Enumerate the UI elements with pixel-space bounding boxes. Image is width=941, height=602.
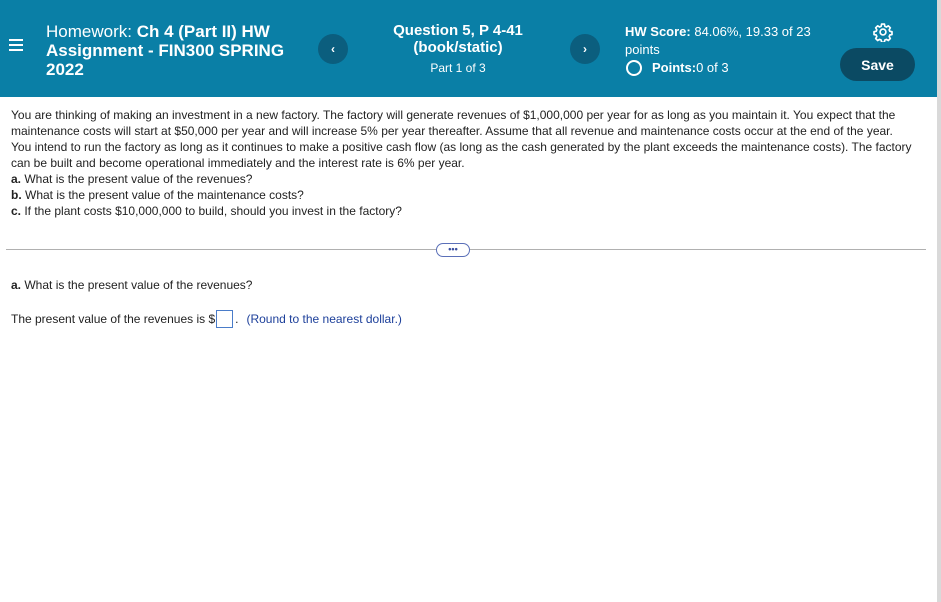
chevron-left-icon: ‹ [331, 42, 335, 56]
points-label: Points: [652, 60, 697, 75]
answer-input[interactable] [216, 310, 234, 328]
problem-statement: You are thinking of making an investment… [11, 107, 916, 219]
next-question-button[interactable]: › [570, 34, 600, 64]
part-a-text: What is the present value of the revenue… [21, 278, 253, 292]
scrollbar[interactable] [937, 0, 941, 602]
answer-line: The present value of the revenues is $ .… [11, 310, 402, 328]
save-button[interactable]: Save [840, 48, 915, 81]
hw-score: HW Score: 84.06%, 19.33 of 23 points [625, 23, 825, 59]
points-row: Points: 0 of 3 [625, 59, 825, 77]
question-c: c. If the plant costs $10,000,000 to bui… [11, 203, 916, 219]
question-c-label: c. [11, 204, 22, 218]
expand-more-button[interactable]: ••• [436, 243, 470, 257]
question-b: b. What is the present value of the main… [11, 187, 916, 203]
question-b-label: b. [11, 188, 22, 202]
assignment-title: Homework: Ch 4 (Part II) HW Assignment -… [46, 22, 316, 79]
answer-prefix: The present value of the revenues is $ [11, 312, 216, 326]
title-prefix: Homework: [46, 22, 137, 41]
question-b-text: What is the present value of the mainten… [21, 188, 304, 202]
points-value: 0 of 3 [696, 60, 729, 75]
menu-icon[interactable] [9, 39, 23, 51]
question-a-label: a. [11, 172, 22, 186]
header-bar: Homework: Ch 4 (Part II) HW Assignment -… [0, 0, 937, 97]
question-info: Question 5, P 4-41 (book/static) Part 1 … [370, 22, 546, 75]
question-a-text: What is the present value of the revenue… [21, 172, 253, 186]
part-indicator: Part 1 of 3 [430, 61, 486, 75]
score-info: HW Score: 84.06%, 19.33 of 23 points Poi… [625, 23, 825, 77]
answer-suffix: . [235, 312, 239, 326]
question-c-text: If the plant costs $10,000,000 to build,… [21, 204, 402, 218]
question-a: a. What is the present value of the reve… [11, 171, 916, 187]
hw-score-label: HW Score: [625, 24, 691, 39]
chevron-right-icon: › [583, 42, 587, 56]
part-a-question: a. What is the present value of the reve… [11, 278, 252, 292]
rounding-hint: (Round to the nearest dollar.) [246, 312, 402, 326]
circle-icon [626, 60, 642, 76]
problem-intro: You are thinking of making an investment… [11, 108, 912, 170]
previous-question-button[interactable]: ‹ [318, 34, 348, 64]
question-title: Question 5, P 4-41 (book/static) [393, 22, 523, 56]
part-a-label: a. [11, 278, 22, 292]
gear-icon[interactable] [873, 22, 893, 42]
